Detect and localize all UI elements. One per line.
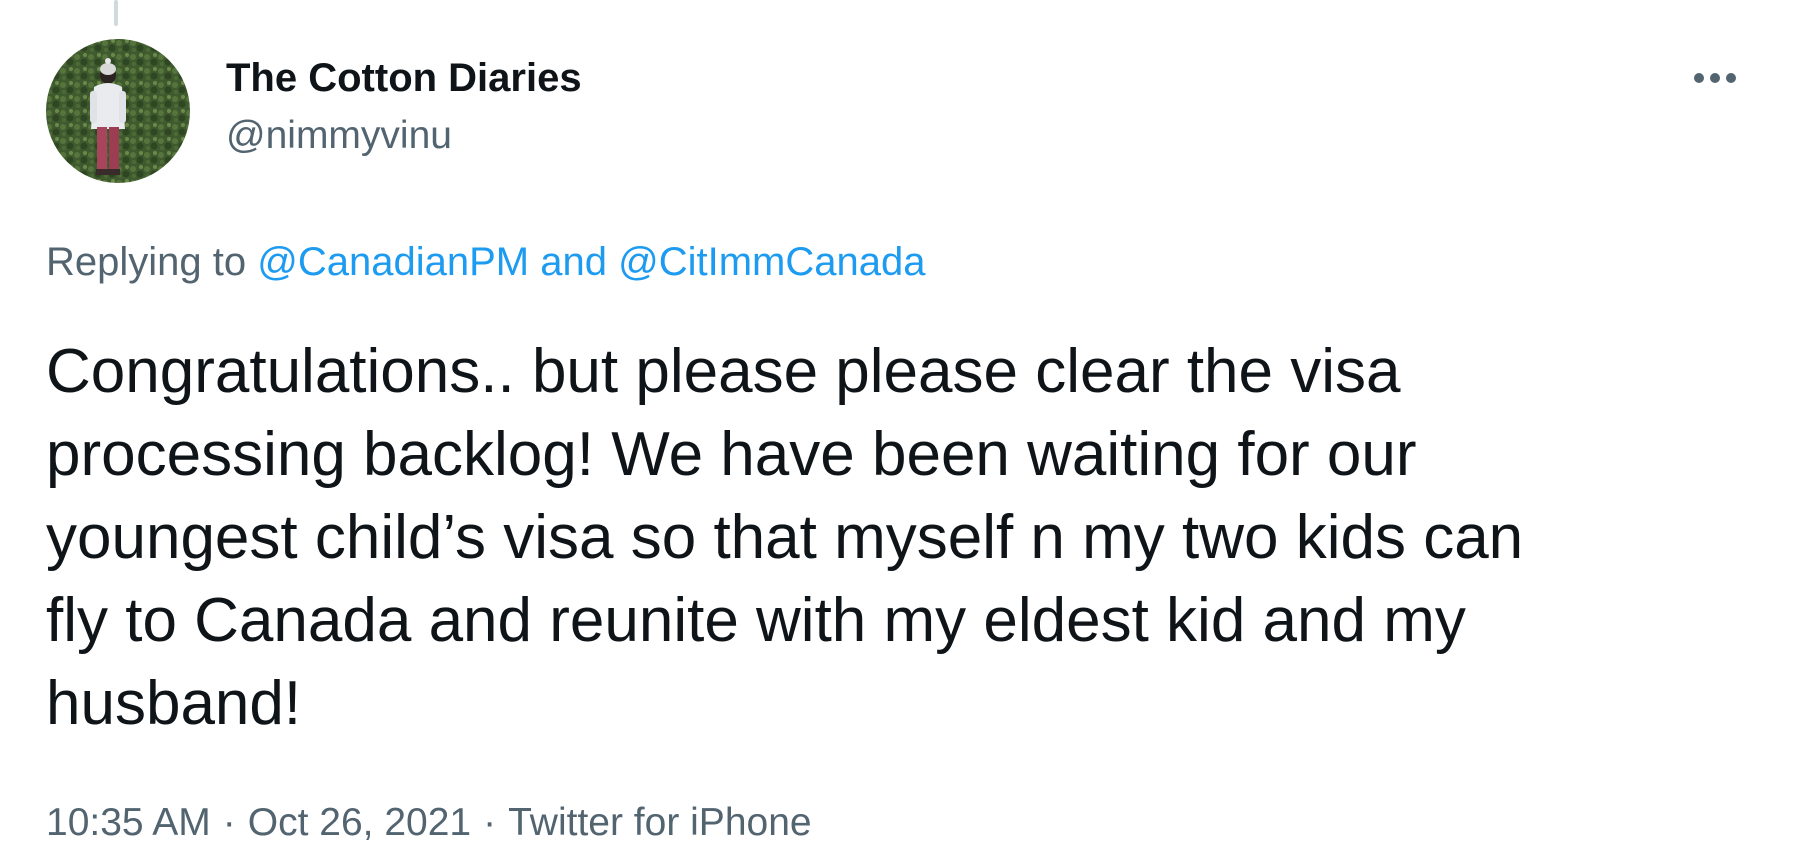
mention-canadianpm-link[interactable]: @CanadianPM — [257, 240, 529, 284]
avatar-photo-icon — [46, 39, 190, 183]
tweet-source[interactable]: Twitter for iPhone — [508, 801, 811, 844]
tweet-text: Congratulations.. but please please clea… — [46, 337, 1524, 738]
meta-separator: · — [483, 801, 497, 844]
author-display-name[interactable]: The Cotton Diaries — [226, 52, 582, 104]
tweet-date[interactable]: Oct 26, 2021 — [248, 801, 471, 844]
author-info: The Cotton Diaries @nimmyvinu — [226, 52, 582, 162]
tweet-metadata: 10:35 AM · Oct 26, 2021 · Twitter for iPhone — [46, 797, 812, 849]
tweet-card: The Cotton Diaries @nimmyvinu Replying t… — [0, 0, 1795, 868]
more-options-button[interactable] — [1682, 56, 1748, 100]
replying-to-prefix: Replying to — [46, 240, 247, 284]
replying-to-line: Replying to @CanadianPM and @CitImmCanad… — [46, 236, 925, 288]
replying-conjunction[interactable]: and — [540, 240, 607, 284]
meta-separator: · — [222, 801, 236, 844]
tweet-time[interactable]: 10:35 AM — [46, 801, 211, 844]
more-horizontal-icon — [1694, 73, 1736, 83]
author-handle[interactable]: @nimmyvinu — [226, 110, 582, 162]
mention-citimmcanada-link[interactable]: @CitImmCanada — [618, 240, 925, 284]
avatar[interactable] — [46, 39, 190, 183]
thread-connector-line — [114, 0, 118, 26]
